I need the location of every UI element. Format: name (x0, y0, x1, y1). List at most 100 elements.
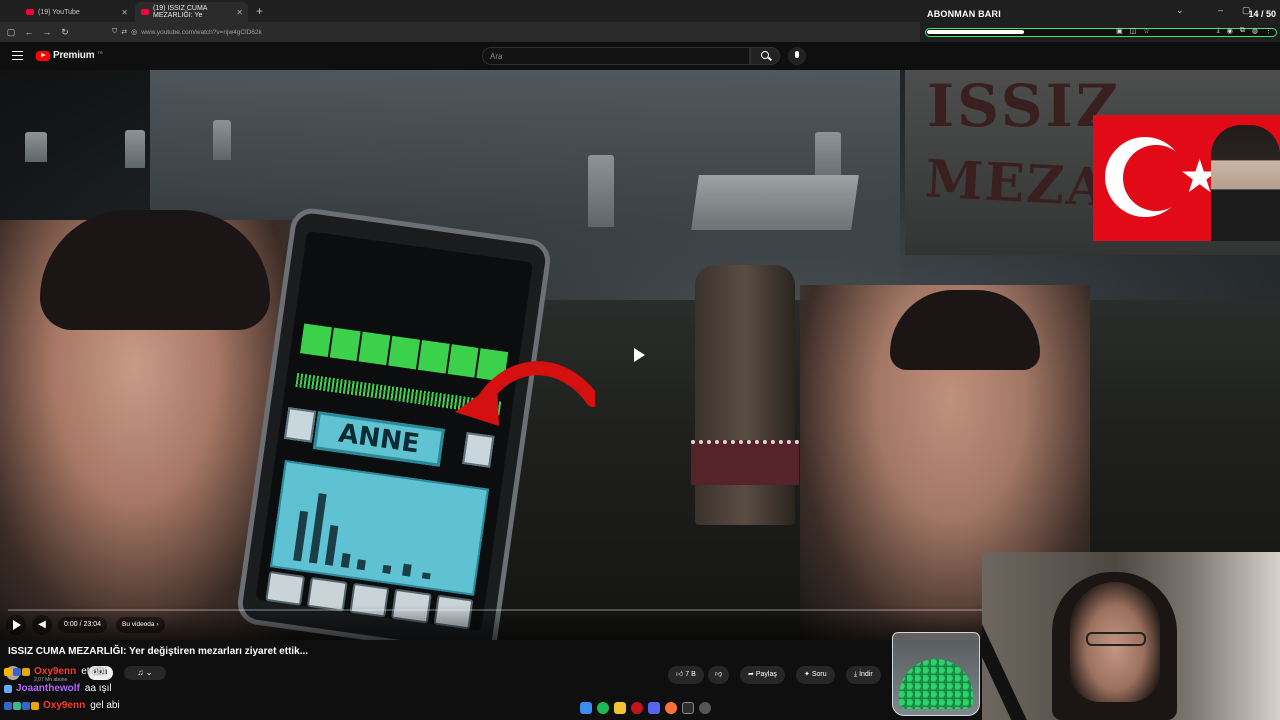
chat-text: gel abi (90, 700, 120, 711)
download-icon: ⤓ (854, 671, 858, 678)
stream-chat-overlay: Oxy9enn et abi Joaanthewolf aa ışıl Oxy9… (0, 663, 300, 714)
tab-title: (19) ISSIZ CUMA MEZARLIĞI: Ye (153, 5, 208, 19)
youtube-logo[interactable]: Premium TR (36, 50, 103, 61)
shield-icon[interactable]: ◉ (1227, 27, 1233, 35)
red-arrow-icon (455, 361, 595, 426)
wooden-grave-post (691, 265, 799, 525)
streamer-webcam (982, 552, 1280, 720)
like-count: 7 B (685, 671, 696, 678)
search-icon (761, 51, 769, 59)
youtube-header: Premium TR Ara (0, 42, 1280, 70)
extensions-icon[interactable]: ⧉ (1240, 27, 1245, 35)
jar-contents (899, 659, 973, 709)
close-icon[interactable]: ✕ (121, 8, 128, 17)
dislike-button[interactable]: 👎︎ (708, 666, 730, 684)
ask-button[interactable]: ✦ Soru (796, 666, 835, 684)
host-left-hair (40, 210, 270, 330)
gravestone (588, 155, 614, 227)
user-badges (4, 684, 12, 693)
youtube-play-icon (36, 50, 50, 61)
prev-word-box (283, 407, 317, 443)
close-icon[interactable]: ✕ (236, 8, 243, 17)
screen: (19) YouTube ✕ (19) ISSIZ CUMA MEZARLIĞI… (0, 0, 1280, 720)
obs-icon[interactable] (698, 702, 711, 714)
site-info-icon[interactable]: ⛉ (112, 28, 117, 36)
glasses (1086, 632, 1146, 646)
sidebar-toggle-icon[interactable]: ▢ (4, 25, 18, 39)
time-display: 0:00 / 23:04 (58, 617, 107, 633)
download-label: İndir (859, 671, 873, 678)
back-icon[interactable]: ← (22, 25, 36, 39)
sparkle-icon: ✦ (804, 671, 810, 678)
chat-username[interactable]: Oxy9enn (34, 666, 76, 677)
user-badges (4, 667, 30, 676)
gravestone (125, 130, 145, 168)
center-play-icon[interactable] (634, 348, 645, 362)
volume-icon[interactable]: ◀ (32, 615, 52, 635)
profile-icon[interactable]: ◍ (1252, 27, 1258, 35)
play-button[interactable] (6, 615, 26, 635)
tune-icon[interactable]: ⇄ (121, 28, 127, 36)
chat-message: Joaanthewolf aa ışıl (0, 680, 300, 697)
logo-region: TR (97, 50, 103, 55)
url-field[interactable]: ⛉ ⇄ ◎ www.youtube.com/watch?v=njw4gClD62… (112, 28, 262, 36)
browser-tab-bar: (19) YouTube ✕ (19) ISSIZ CUMA MEZARLIĞI… (0, 0, 920, 22)
share-button[interactable]: ➦ Paylaş (740, 666, 785, 684)
extension-icons: ▣ ◫ ☆ ⤓ ◉ ⧉ ◍ ⋮ (1116, 27, 1272, 35)
taskbar (550, 698, 740, 718)
address-bar: ▢ ← → ↻ ⛉ ⇄ ◎ www.youtube.com/watch?v=nj… (0, 22, 920, 42)
microphone-icon[interactable] (788, 47, 806, 65)
more-icon[interactable]: ⋮ (1265, 27, 1272, 35)
chapter-button[interactable]: Bu videoda › (116, 617, 165, 633)
menu-icon[interactable] (12, 51, 23, 60)
chat-username[interactable]: Oxy9enn (43, 700, 85, 711)
chat-text: aa ışıl (84, 683, 112, 694)
tracking-icon[interactable]: ◎ (131, 28, 137, 36)
chapter-label: Bu videoda (122, 621, 155, 628)
star-icon[interactable]: ☆ (1143, 27, 1149, 35)
tab-video[interactable]: (19) ISSIZ CUMA MEZARLIĞI: Ye ✕ (135, 2, 248, 22)
chat-message: Oxy9enn gel abi (0, 697, 300, 714)
youtube-favicon-icon (26, 9, 34, 15)
download-icon[interactable]: ⤓ (1217, 27, 1220, 35)
search-input[interactable]: Ara (482, 47, 750, 65)
search-button[interactable] (750, 47, 780, 65)
logo-text: Premium (53, 50, 95, 61)
gravestone (213, 120, 231, 160)
subscriber-bar-title: ABONMAN BARI (927, 9, 1001, 19)
ask-label: Soru (811, 671, 827, 678)
tab-youtube-home[interactable]: (19) YouTube ✕ (20, 2, 133, 22)
minimize-icon[interactable]: – (1218, 5, 1223, 15)
cloth-wrap (691, 440, 799, 485)
chat-username[interactable]: Joaanthewolf (16, 683, 80, 694)
portrait (1211, 125, 1280, 241)
firefox-icon[interactable] (664, 702, 677, 714)
screenshot-icon[interactable]: ◫ (1130, 27, 1137, 35)
turkish-flag-overlay: ★ (1093, 115, 1280, 241)
new-tab-icon[interactable]: + (256, 2, 263, 22)
tab-title: (19) YouTube (38, 8, 80, 16)
terminal-icon[interactable] (681, 702, 694, 714)
subscriber-bar-panel: ABONMAN BARI ⌄ – ▢ 14 / 50 ▣ ◫ ☆ ⤓ ◉ ⧉ ◍… (920, 0, 1280, 42)
spotify-icon[interactable] (596, 702, 609, 714)
thumbs-up-icon: 👍︎ (676, 671, 684, 678)
gravestone (25, 132, 47, 162)
like-button[interactable]: 👍︎ 7 B (668, 666, 704, 684)
detected-word: ANNE (312, 411, 445, 467)
url-text[interactable]: www.youtube.com/watch?v=njw4gClD62k (141, 29, 262, 36)
picture-in-picture-icon[interactable]: ▣ (1116, 27, 1123, 35)
reload-icon[interactable]: ↻ (58, 25, 72, 39)
chat-message: Oxy9enn et abi (0, 663, 300, 680)
thumbs-down-icon: 👎︎ (715, 671, 723, 678)
subscriber-progress-fill (927, 30, 1024, 34)
stone-tomb (691, 175, 859, 230)
opera-icon[interactable] (630, 702, 643, 714)
download-button[interactable]: ⤓ İndir (846, 666, 881, 684)
windows-start-icon[interactable] (579, 702, 592, 714)
chevron-down-icon[interactable]: ⌄ (1176, 5, 1184, 16)
forward-icon[interactable]: → (40, 25, 54, 39)
file-explorer-icon[interactable] (613, 702, 626, 714)
discord-icon[interactable] (647, 702, 660, 714)
share-icon: ➦ (748, 671, 754, 678)
youtube-favicon-icon (141, 9, 149, 15)
